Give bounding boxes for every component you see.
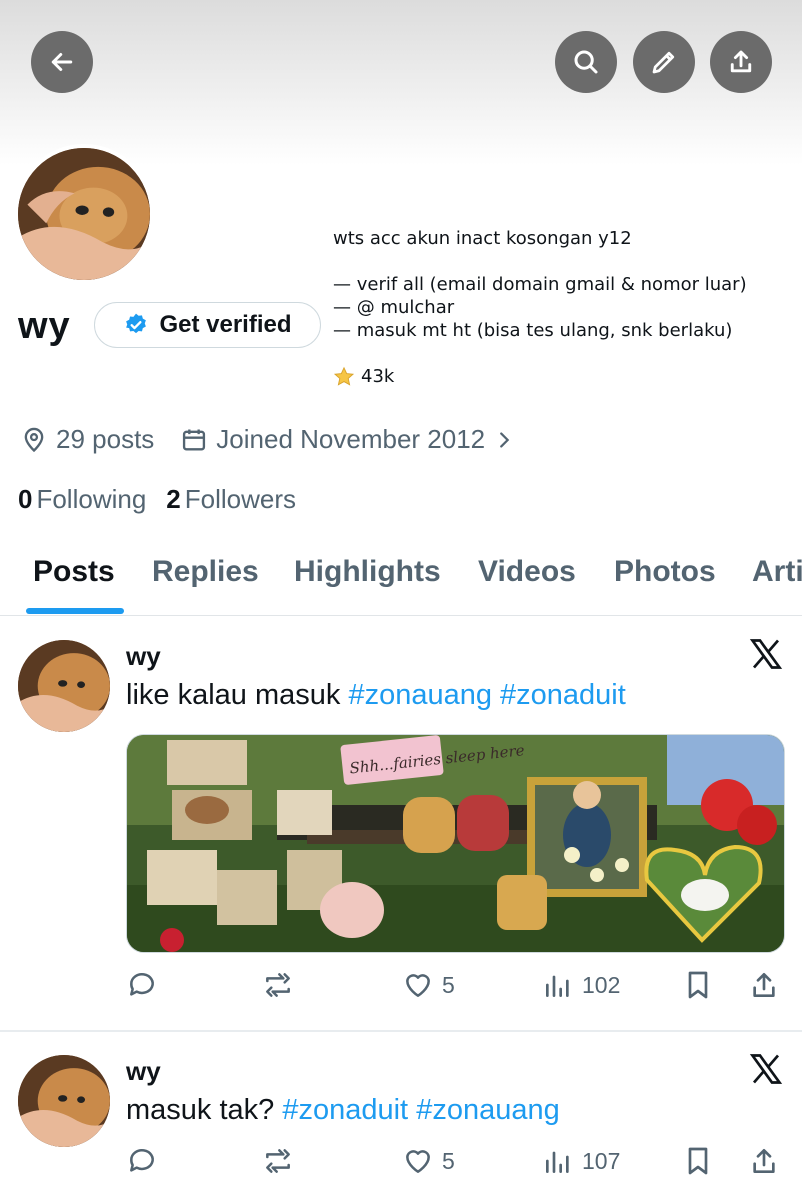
chevron-right-icon [500,431,510,448]
profile-name: wy [18,305,71,347]
pencil-icon [652,51,675,74]
bio-line: wts acc akun inact kosongan y12 [333,228,632,249]
analytics-icon [546,1151,569,1173]
view-count: 102 [582,971,621,998]
views-button[interactable]: 102 [542,969,620,1001]
profile-meta: 29 posts Joined November 2012 [20,424,541,455]
calendar-icon [183,429,206,450]
cat-avatar-image [18,1055,110,1147]
bookmark-icon [688,971,708,999]
post-avatar[interactable] [18,640,110,732]
following-link[interactable]: 0 Following [18,484,146,515]
bio-stat-value: 43k [361,366,395,387]
share-button[interactable] [710,31,772,93]
share-icon [753,973,775,997]
bio-line: — @ mulchar [333,297,455,318]
views-button[interactable]: 107 [542,1145,620,1177]
profile-tabs: Posts Replies Highlights Videos Photos A… [0,550,802,616]
reply-button[interactable] [126,969,158,1001]
tab-photos[interactable]: Photos [614,555,716,589]
following-label: Following [36,484,147,514]
hashtag-link[interactable]: #zonaduit [282,1094,408,1126]
view-count: 107 [582,1147,621,1174]
edit-button[interactable] [633,31,695,93]
share-icon [730,50,752,73]
reply-icon [130,973,154,996]
profile-bio: wts acc akun inact kosongan y12 — verif … [333,227,747,388]
bio-stat: 43k [333,365,747,388]
tab-videos[interactable]: Videos [478,555,576,589]
post-actions: 5 102 [126,969,786,1009]
followers-count: 2 [166,484,181,514]
post-body: masuk tak? [126,1094,283,1126]
hashtag-link[interactable]: #zonauang [348,679,492,711]
get-verified-label: Get verified [159,311,292,338]
post-text: masuk tak? #zonaduit #zonauang [126,1094,560,1127]
joined-item[interactable]: Joined November 2012 [180,424,515,455]
joined-text: Joined November 2012 [216,424,486,454]
tab-posts[interactable]: Posts [33,555,115,589]
x-logo-icon [749,639,783,669]
post-share-button[interactable] [748,969,780,1001]
bookmark-icon [688,1147,708,1175]
following-count: 0 [18,484,33,514]
post-avatar[interactable] [18,1055,110,1147]
location-pin-icon [24,427,44,452]
tab-articles[interactable]: Arti [752,555,802,589]
heart-icon [406,1150,430,1173]
post-divider [0,1030,802,1032]
bio-line: — masuk mt ht (bisa tes ulang, snk berla… [333,320,733,341]
analytics-icon [546,975,569,997]
bookmark-button[interactable] [682,969,714,1001]
like-count: 5 [442,971,455,998]
share-icon [753,1149,775,1173]
hashtag-link[interactable]: #zonauang [416,1094,560,1126]
post-image[interactable]: Shh...fairies sleep here [126,734,785,953]
post-author[interactable]: wy [126,1056,161,1087]
cat-avatar-image [18,640,110,732]
verified-badge-icon [126,313,147,334]
repost-icon [266,1149,290,1173]
follow-stats: 0 Following 2 Followers [18,484,296,515]
like-button[interactable]: 5 [402,969,455,1001]
collage-image: Shh...fairies sleep here [127,735,784,952]
post-actions: 5 107 [126,1145,786,1185]
repost-button[interactable] [262,1145,294,1177]
followers-link[interactable]: 2 Followers [166,484,296,515]
back-button[interactable] [31,31,93,93]
repost-icon [266,973,290,997]
x-logo-icon [749,1054,783,1084]
star-icon [333,366,355,386]
location-item: 29 posts [20,424,154,455]
post-body: like kalau masuk [126,679,349,711]
reply-icon [130,1149,154,1172]
arrow-left-icon [51,53,73,71]
profile-avatar[interactable] [14,144,154,284]
bio-line [333,342,747,365]
post-text: like kalau masuk #zonauang #zonaduit [126,679,626,712]
cat-avatar-image [18,148,150,280]
bookmark-button[interactable] [682,1145,714,1177]
get-verified-button[interactable]: Get verified [94,302,321,348]
repost-button[interactable] [262,969,294,1001]
search-icon [574,50,598,74]
tab-highlights[interactable]: Highlights [294,555,441,589]
post-author[interactable]: wy [126,641,161,672]
bio-line: — verif all (email domain gmail & nomor … [333,274,747,295]
followers-label: Followers [184,484,297,514]
active-tab-indicator [26,608,124,614]
hashtag-link[interactable]: #zonaduit [500,679,626,711]
tab-replies[interactable]: Replies [152,555,259,589]
reply-button[interactable] [126,1145,158,1177]
heart-icon [406,974,430,997]
bio-line [333,250,747,273]
search-button[interactable] [555,31,617,93]
like-count: 5 [442,1147,455,1174]
post-share-button[interactable] [748,1145,780,1177]
like-button[interactable]: 5 [402,1145,455,1177]
location-text: 29 posts [56,424,155,454]
